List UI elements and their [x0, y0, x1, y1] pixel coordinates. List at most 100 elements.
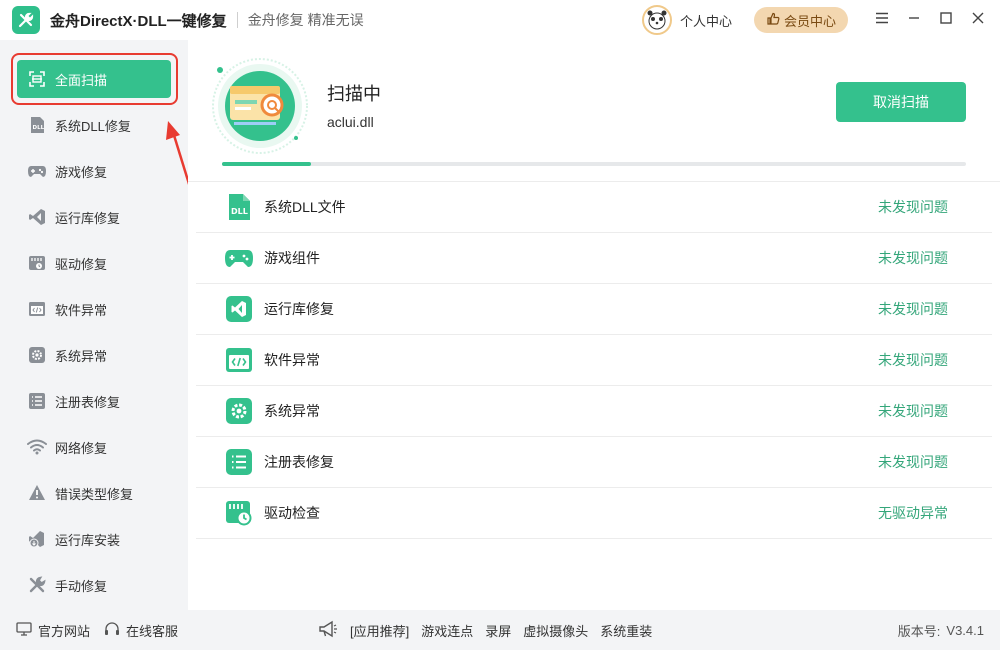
- warning-icon: [26, 482, 48, 504]
- maximize-icon: [939, 11, 953, 30]
- svg-text:DLL: DLL: [231, 207, 248, 216]
- online-service-label: 在线客服: [126, 624, 179, 639]
- result-row-system: 系统异常 未发现问题: [196, 386, 992, 437]
- scan-illustration-icon: [210, 56, 310, 156]
- menu-button[interactable]: [866, 0, 898, 40]
- sidebar-item-label: 驱动修复: [55, 256, 108, 272]
- title-bar: 金舟DirectX·DLL一键修复 金舟修复 精准无误 个人中心 会员中心: [0, 0, 1000, 40]
- wrench-screwdriver-icon: [12, 6, 40, 34]
- cancel-scan-button[interactable]: 取消扫描: [836, 82, 966, 122]
- maximize-button[interactable]: [930, 0, 962, 40]
- install-icon: [26, 528, 48, 550]
- result-status: 未发现问题: [878, 199, 948, 215]
- thumbs-up-icon: [766, 12, 780, 29]
- visual-studio-icon: [224, 294, 254, 324]
- sidebar-item-label: 网络修复: [55, 440, 108, 456]
- headset-icon: [104, 621, 120, 640]
- dll-icon: DLL: [26, 114, 48, 136]
- vip-center-label: 会员中心: [783, 13, 836, 29]
- result-label: 驱动检查: [264, 505, 320, 521]
- official-site-label: 官方网站: [38, 624, 91, 639]
- close-icon: [971, 11, 985, 30]
- dll-icon: DLL: [224, 192, 254, 222]
- vip-center-button[interactable]: 会员中心: [753, 7, 848, 33]
- scan-result-list: DLL 系统DLL文件 未发现问题 游戏组件 未发现问题 运行库修复 未发现问题…: [196, 182, 992, 539]
- sidebar-item-label: 系统DLL修复: [55, 118, 131, 134]
- app-recommend-label: [应用推荐]: [350, 623, 410, 639]
- svg-text:DLL: DLL: [33, 125, 45, 131]
- result-row-driver: 驱动检查 无驱动异常: [196, 488, 992, 539]
- sidebar-item-game-repair[interactable]: 游戏修复: [17, 152, 171, 190]
- app-slogan: 金舟修复 精准无误: [247, 12, 364, 28]
- sidebar-item-driver-repair[interactable]: 驱动修复: [17, 244, 171, 282]
- version-label: 版本号:: [897, 623, 941, 639]
- result-status: 未发现问题: [878, 301, 948, 317]
- title-divider: [236, 12, 238, 28]
- minimize-button[interactable]: [898, 0, 930, 40]
- sidebar-item-runtime-repair[interactable]: 运行库修复: [17, 198, 171, 236]
- hamburger-menu-icon: [875, 11, 889, 29]
- gamepad-icon: [224, 243, 254, 273]
- official-site-link[interactable]: 官方网站: [16, 621, 90, 640]
- result-row-dll: DLL 系统DLL文件 未发现问题: [196, 182, 992, 233]
- driver-icon: [26, 252, 48, 274]
- scan-current-file: aclui.dll: [327, 114, 374, 130]
- personal-center-link[interactable]: 个人中心: [680, 11, 732, 30]
- promo-link-system-reinstall[interactable]: 系统重装: [600, 621, 652, 640]
- code-window-icon: [224, 345, 254, 375]
- sidebar-item-label: 系统异常: [55, 348, 108, 364]
- gear-icon: [224, 396, 254, 426]
- promo-links: [应用推荐] 游戏连点 录屏 虚拟摄像头 系统重装: [318, 610, 652, 650]
- avatar[interactable]: [641, 5, 672, 35]
- list-icon: [224, 447, 254, 477]
- result-row-runtime: 运行库修复 未发现问题: [196, 284, 992, 335]
- sidebar-item-label: 运行库安装: [55, 532, 121, 548]
- sidebar-item-software-error[interactable]: 软件异常: [17, 290, 171, 328]
- sidebar-item-network-repair[interactable]: 网络修复: [17, 428, 171, 466]
- result-row-game: 游戏组件 未发现问题: [196, 233, 992, 284]
- promo-link-screen-recorder[interactable]: 录屏: [485, 621, 511, 640]
- gear-icon: [26, 344, 48, 366]
- sidebar-item-system-error[interactable]: 系统异常: [17, 336, 171, 374]
- version-value: V3.4.1: [946, 622, 984, 638]
- sidebar-item-dll-repair[interactable]: DLL 系统DLL修复: [17, 106, 171, 144]
- result-status: 无驱动异常: [878, 505, 948, 521]
- sidebar-item-runtime-install[interactable]: 运行库安装: [17, 520, 171, 558]
- sidebar-item-manual-repair[interactable]: 手动修复: [17, 566, 171, 604]
- sidebar-item-label: 运行库修复: [55, 210, 121, 226]
- result-label: 软件异常: [264, 352, 320, 368]
- code-window-icon: [26, 298, 48, 320]
- visual-studio-icon: [26, 206, 48, 228]
- sidebar-item-error-type-repair[interactable]: 错误类型修复: [17, 474, 171, 512]
- result-label: 运行库修复: [264, 301, 334, 317]
- result-status: 未发现问题: [878, 403, 948, 419]
- online-service-link[interactable]: 在线客服: [104, 621, 178, 640]
- scan-progress-fill: [222, 162, 312, 166]
- minimize-icon: [907, 11, 921, 30]
- result-label: 注册表修复: [264, 454, 334, 470]
- result-row-registry: 注册表修复 未发现问题: [196, 437, 992, 488]
- sidebar-item-label: 软件异常: [55, 302, 108, 318]
- promo-link-auto-clicker[interactable]: 游戏连点: [421, 621, 473, 640]
- promo-link-virtual-camera[interactable]: 虚拟摄像头: [523, 621, 588, 640]
- megaphone-icon: [318, 620, 338, 641]
- scan-status-text: 扫描中: [327, 84, 381, 104]
- close-button[interactable]: [962, 0, 994, 40]
- sidebar-item-label: 游戏修复: [55, 164, 108, 180]
- main-panel: 扫描中 aclui.dll 取消扫描 DLL 系统DLL文件 未发现问题 游戏组…: [188, 40, 1000, 610]
- result-label: 系统异常: [264, 403, 320, 419]
- result-row-software: 软件异常 未发现问题: [196, 335, 992, 386]
- sidebar-item-registry-repair[interactable]: 注册表修复: [17, 382, 171, 420]
- scan-header: 扫描中 aclui.dll 取消扫描: [188, 40, 1000, 182]
- gamepad-icon: [26, 160, 48, 182]
- result-status: 未发现问题: [878, 250, 948, 266]
- scan-progress-bar: [222, 162, 966, 166]
- sidebar-item-label: 注册表修复: [55, 394, 121, 410]
- sidebar-item-label: 手动修复: [55, 578, 108, 594]
- version-info: 版本号: V3.4.1: [898, 610, 984, 650]
- tools-icon: [26, 574, 48, 596]
- wifi-icon: [26, 436, 48, 458]
- result-label: 系统DLL文件: [264, 199, 346, 215]
- bottom-bar: 官方网站 在线客服 [应用推荐] 游戏连点 录屏 虚拟摄像头 系统重装 版本号:…: [0, 610, 1000, 650]
- app-title: 金舟DirectX·DLL一键修复: [50, 12, 227, 30]
